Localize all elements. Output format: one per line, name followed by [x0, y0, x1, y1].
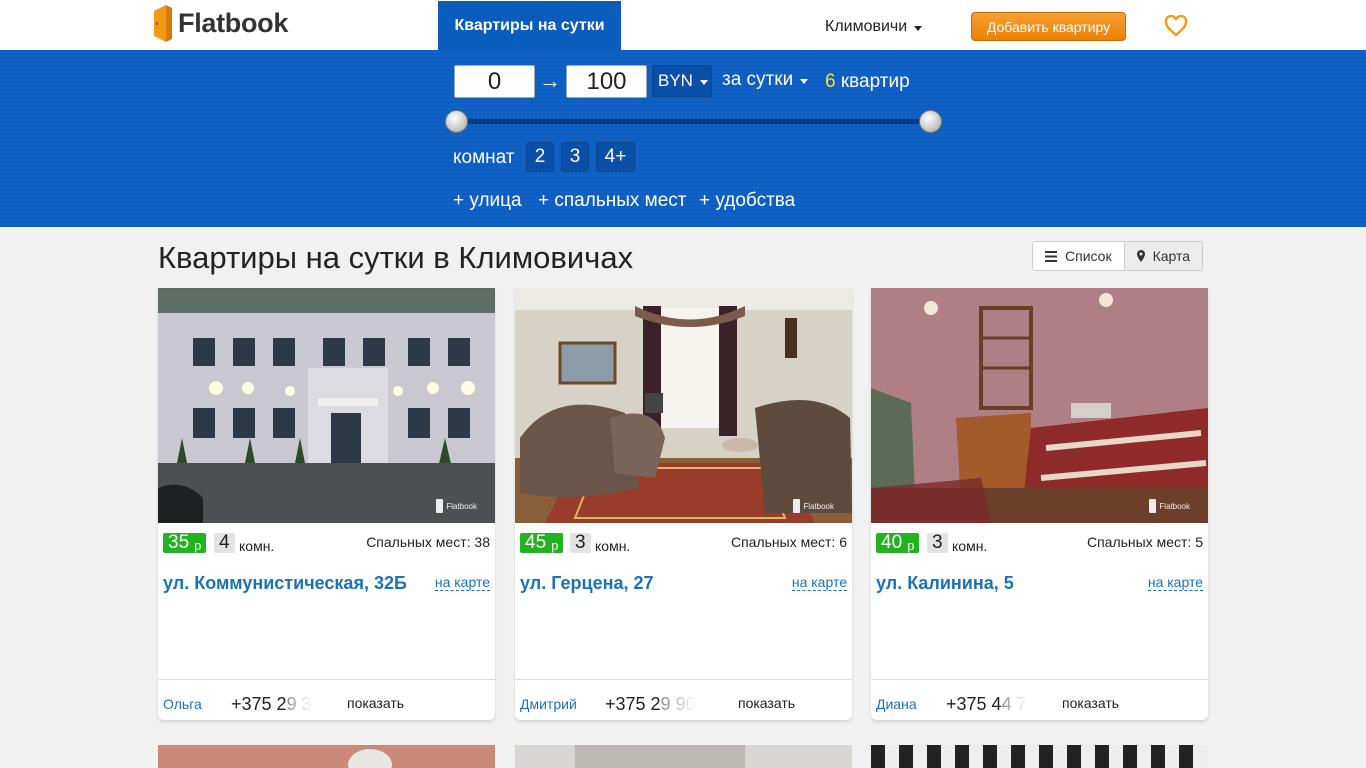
listing-card[interactable]: Flatbook 35 р 4 комн. Спальных мест: 38 у…: [158, 288, 495, 720]
price-max-input[interactable]: 100: [566, 65, 647, 98]
filter-add-beds[interactable]: + спальных мест: [538, 190, 686, 212]
listing-card-partial[interactable]: [158, 745, 495, 768]
show-phone-button[interactable]: показать: [1062, 695, 1119, 711]
show-phone-button[interactable]: показать: [347, 695, 404, 711]
page-title: Квартиры на сутки в Климовичах: [158, 240, 634, 275]
map-marker-icon: [1136, 250, 1145, 262]
listing-photo[interactable]: Flatbook: [158, 288, 495, 523]
on-map-link[interactable]: на карте: [791, 574, 847, 591]
on-map-link[interactable]: на карте: [1147, 574, 1203, 591]
listing-photo[interactable]: Flatbook: [515, 288, 852, 523]
room-option-4plus[interactable]: 4+: [596, 142, 635, 172]
view-map-label: Карта: [1152, 248, 1191, 264]
filter-add-amenities[interactable]: + удобства: [699, 190, 795, 212]
owner-name[interactable]: Ольга: [163, 696, 202, 712]
listing-card-partial[interactable]: [515, 745, 852, 768]
watermark: Flatbook: [793, 499, 834, 513]
divider: [515, 679, 852, 680]
phone-number: +375 29 3: [231, 694, 312, 714]
filter-panel: 0 → 100 BYN за сутки 6 квартир комнат 2 …: [0, 50, 1366, 227]
top-bar: Flatbook Квартиры на сутки Климовичи Доб…: [0, 0, 1366, 50]
divider: [871, 679, 1208, 680]
room-option-2[interactable]: 2: [526, 142, 554, 172]
watermark: Flatbook: [1149, 499, 1190, 513]
rooms-unit: комн.: [952, 538, 988, 554]
price-badge: 35 р: [163, 532, 207, 553]
period-label: за сутки: [722, 69, 794, 90]
rooms-badge: 3: [927, 532, 948, 553]
price-slider-track[interactable]: [455, 119, 931, 124]
price-badge: 45 р: [520, 532, 564, 553]
beds-count: Спальных мест: 5: [1086, 534, 1203, 550]
door-icon: [1149, 499, 1157, 513]
nav-daily-apartments[interactable]: Квартиры на сутки: [438, 1, 621, 50]
listing-card[interactable]: Flatbook 45 р 3 комн. Спальных мест: 6 ул…: [515, 288, 852, 720]
rooms-label: комнат: [453, 147, 515, 168]
beds-count: Спальных мест: 6: [730, 534, 847, 550]
range-arrow: →: [539, 68, 561, 93]
rooms-unit: комн.: [239, 538, 275, 554]
filter-add-street[interactable]: + улица: [453, 190, 522, 212]
price-badge: 40 р: [876, 532, 920, 553]
listing-address[interactable]: ул. Герцена, 27: [520, 573, 654, 594]
listing-card-partial[interactable]: [871, 745, 1208, 768]
chevron-down-icon: [800, 79, 809, 84]
owner-name[interactable]: Диана: [876, 696, 917, 712]
door-icon: [793, 499, 801, 513]
logo-text: Flatbook: [178, 7, 289, 38]
phone-number: +375 29 90: [605, 694, 696, 714]
rooms-unit: комн.: [595, 538, 631, 554]
view-toggle: Список Карта: [1032, 241, 1204, 271]
on-map-link[interactable]: на карте: [434, 574, 490, 591]
room-option-3[interactable]: 3: [561, 142, 589, 172]
city-label: Климовичи: [825, 18, 908, 35]
rooms-badge: 3: [570, 532, 591, 553]
add-apartment-button[interactable]: Добавить квартиру: [971, 12, 1126, 41]
price-min-input[interactable]: 0: [454, 65, 535, 98]
listing-photo[interactable]: Flatbook: [871, 288, 1208, 523]
show-phone-button[interactable]: показать: [738, 695, 795, 711]
results-count: 6 квартир: [825, 71, 910, 93]
divider: [158, 679, 495, 680]
period-dropdown[interactable]: за сутки: [722, 69, 809, 91]
door-icon: [436, 499, 444, 513]
listing-address[interactable]: ул. Коммунистическая, 32Б: [163, 573, 407, 594]
view-list-button[interactable]: Список: [1032, 241, 1125, 271]
phone-number: +375 44 7: [946, 694, 1027, 714]
view-map-button[interactable]: Карта: [1124, 241, 1204, 271]
watermark: Flatbook: [436, 499, 477, 513]
chevron-down-icon: [699, 80, 708, 85]
owner-name[interactable]: Дмитрий: [520, 696, 577, 712]
listing-card[interactable]: Flatbook 40 р 3 комн. Спальных мест: 5 ул…: [871, 288, 1208, 720]
door-icon: [154, 4, 172, 42]
price-slider-min-handle[interactable]: [444, 110, 468, 133]
rooms-badge: 4: [214, 532, 235, 553]
chevron-down-icon: [914, 26, 923, 31]
currency-label: BYN: [658, 71, 693, 90]
listing-address[interactable]: ул. Калинина, 5: [876, 573, 1014, 594]
city-selector[interactable]: Климовичи: [825, 18, 923, 36]
price-slider-max-handle[interactable]: [918, 110, 942, 133]
currency-dropdown[interactable]: BYN: [652, 65, 712, 97]
view-list-label: Список: [1065, 248, 1112, 264]
logo[interactable]: Flatbook: [154, 4, 288, 42]
heart-icon[interactable]: [1164, 14, 1188, 37]
results-count-label: квартир: [840, 71, 910, 92]
list-icon: [1045, 250, 1057, 262]
results-count-number: 6: [825, 71, 836, 92]
beds-count: Спальных мест: 38: [366, 534, 490, 550]
